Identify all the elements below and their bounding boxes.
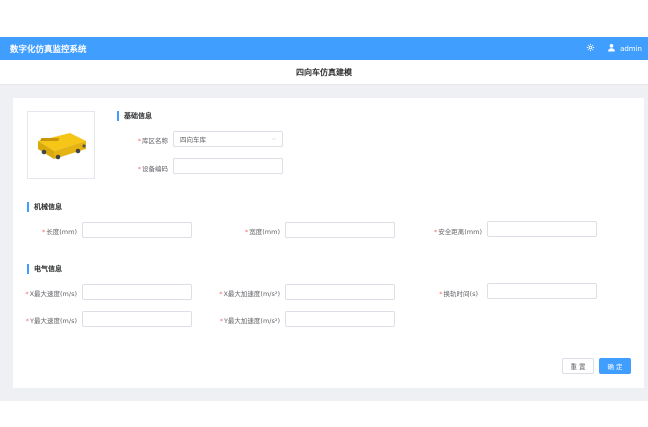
required-mark: * — [137, 165, 141, 173]
required-mark: * — [137, 137, 141, 145]
y-max-accel-label: *Y最大加速度(m/s²) — [200, 315, 280, 325]
x-max-accel-label: *X最大加速度(m/s²) — [200, 288, 280, 298]
length-label-text: 长度(mm) — [46, 228, 77, 236]
section-basic-info: 基础信息 — [117, 111, 152, 121]
required-mark: * — [25, 290, 29, 298]
reset-button[interactable]: 重 置 — [562, 358, 594, 374]
width-input[interactable] — [285, 222, 395, 238]
safe-distance-input[interactable] — [487, 221, 597, 237]
vehicle-image — [27, 111, 95, 179]
required-mark: * — [219, 317, 223, 325]
username: admin — [620, 44, 642, 53]
device-code-label: *设备编码 — [120, 163, 168, 173]
section-electrical-info-title: 电气信息 — [34, 265, 62, 273]
width-label: *宽度(mm) — [222, 226, 280, 236]
y-max-speed-label-text: Y最大速度(m/s) — [30, 317, 77, 325]
x-max-speed-label-text: X最大速度(m/s) — [29, 290, 77, 298]
required-mark: * — [439, 290, 443, 298]
required-mark: * — [245, 228, 249, 236]
y-max-speed-input[interactable] — [82, 311, 192, 327]
x-max-speed-input[interactable] — [82, 284, 192, 300]
topbar-actions: admin — [586, 43, 642, 54]
required-mark: * — [434, 228, 438, 236]
confirm-button[interactable]: 确 定 — [599, 358, 631, 374]
y-max-accel-input[interactable] — [285, 311, 395, 327]
width-label-text: 宽度(mm) — [249, 228, 280, 236]
y-max-accel-label-text: Y最大加速度(m/s²) — [223, 317, 280, 325]
warehouse-label: *库区名称 — [120, 135, 168, 145]
x-max-accel-input[interactable] — [285, 284, 395, 300]
x-max-accel-label-text: X最大加速度(m/s²) — [223, 290, 280, 298]
device-code-label-text: 设备编码 — [142, 165, 168, 173]
form-card — [13, 98, 644, 388]
warehouse-select-value: 四向车库 — [180, 136, 206, 144]
warehouse-label-text: 库区名称 — [142, 137, 168, 145]
gear-icon[interactable] — [586, 43, 595, 54]
required-mark: * — [219, 290, 223, 298]
warehouse-select[interactable]: 四向车库 ⌵ — [173, 131, 283, 147]
section-electrical-info: 电气信息 — [27, 264, 62, 274]
page: 数字化仿真监控系统 admin 四向车仿真建模 基础信息 *库区名称 四向车库 … — [0, 0, 648, 427]
chevron-down-icon: ⌵ — [271, 135, 276, 142]
top-nav-bar: 数字化仿真监控系统 admin — [0, 37, 648, 60]
required-mark: * — [25, 317, 30, 325]
safe-distance-label: *安全距离(mm) — [420, 226, 482, 236]
page-title: 四向车仿真建模 — [296, 67, 352, 77]
length-label: *长度(mm) — [20, 226, 77, 236]
user-menu[interactable]: admin — [607, 43, 642, 54]
section-mechanical-info-title: 机械信息 — [34, 203, 62, 211]
page-title-bar: 四向车仿真建模 — [0, 60, 648, 85]
safe-distance-label-text: 安全距离(mm) — [438, 228, 482, 236]
rail-switch-time-label: *换轨时间(s) — [420, 288, 478, 298]
device-code-input[interactable] — [173, 158, 283, 174]
y-max-speed-label: *Y最大速度(m/s) — [14, 315, 77, 325]
rail-switch-time-label-text: 换轨时间(s) — [443, 290, 478, 298]
shuttle-vehicle-icon — [38, 133, 86, 160]
section-mechanical-info: 机械信息 — [27, 202, 62, 212]
section-basic-info-title: 基础信息 — [124, 112, 152, 120]
rail-switch-time-input[interactable] — [487, 283, 597, 299]
app-title: 数字化仿真监控系统 — [10, 44, 87, 55]
user-icon — [607, 43, 616, 54]
required-mark: * — [42, 228, 46, 236]
x-max-speed-label: *X最大速度(m/s) — [14, 288, 77, 298]
length-input[interactable] — [82, 222, 192, 238]
